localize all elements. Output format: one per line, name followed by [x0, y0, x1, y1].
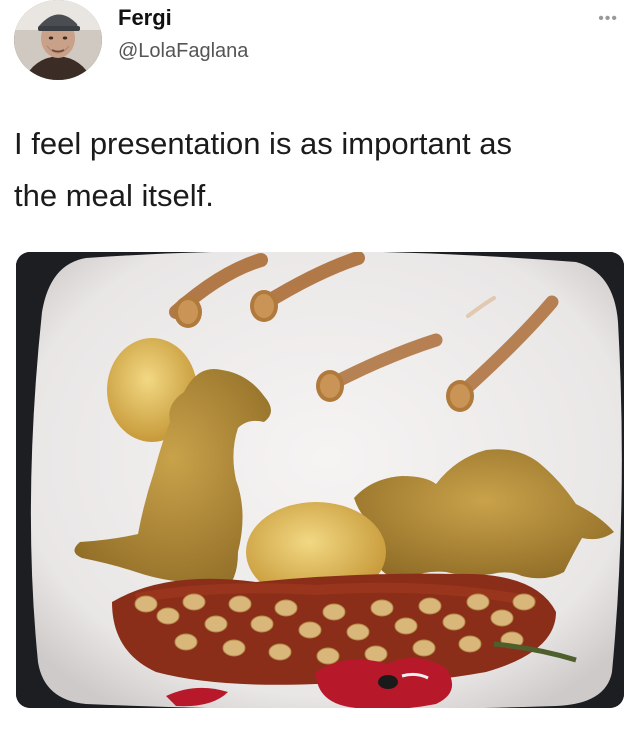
tweet-photo[interactable]: [16, 252, 624, 708]
avatar[interactable]: [14, 0, 102, 80]
avatar-image: [14, 0, 102, 80]
more-options-icon[interactable]: •••: [598, 10, 618, 28]
tweet-text-line: the meal itself.: [14, 178, 214, 213]
user-handle[interactable]: @LolaFaglana: [118, 40, 248, 63]
display-name[interactable]: Fergi: [118, 5, 172, 31]
tweet-text-line: I feel presentation is as important as: [14, 126, 512, 161]
food-plate-image: [16, 252, 624, 708]
tweet-card: Fergi @LolaFaglana ••• I feel presentati…: [0, 0, 640, 730]
tweet-text: I feel presentation is as important as t…: [14, 118, 614, 222]
